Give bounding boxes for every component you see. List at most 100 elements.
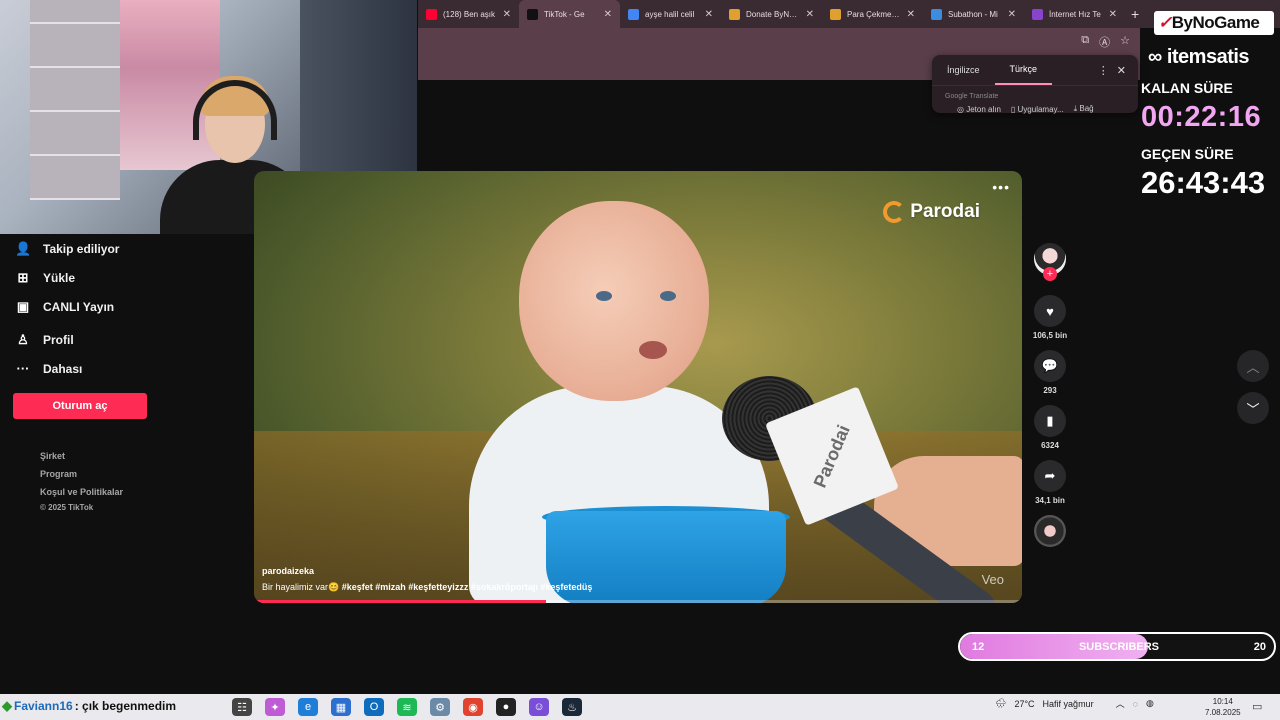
get-app-button[interactable]: ▯ Uygulamay... [1011, 105, 1064, 114]
sound-disc-icon[interactable] [1034, 515, 1066, 547]
creator-avatar[interactable]: + [1034, 243, 1066, 281]
follow-plus-icon[interactable]: + [1043, 267, 1057, 281]
settings-icon[interactable]: ⚙ [430, 698, 450, 716]
footer-link-terms[interactable]: Koşul ve Politikalar [40, 483, 250, 501]
cast-icon[interactable]: ⧉ [1081, 34, 1089, 50]
new-tab-button[interactable]: + [1125, 6, 1145, 22]
tray-chevron-icon[interactable]: ︿ [1116, 697, 1125, 710]
chat-overlay: ◆ Faviann16 : çık begenmedim [2, 698, 176, 714]
share-button[interactable]: ➦ [1034, 460, 1066, 492]
next-video-button[interactable]: ﹀ [1237, 392, 1269, 424]
translate-source-lang[interactable]: İngilizce [932, 55, 995, 85]
video-brand: Parodai [883, 201, 980, 223]
close-tab-icon[interactable]: ✕ [503, 9, 511, 20]
browser-tab[interactable]: Subathon - Mi ✕ [923, 0, 1024, 28]
translate-icon[interactable]: Ⓐ [1099, 34, 1110, 50]
weather-icon[interactable]: 🌧 [995, 698, 1006, 709]
copilot-icon[interactable]: ✦ [265, 698, 285, 716]
video-progress-bar[interactable] [254, 600, 1022, 603]
remaining-time-value: 00:22:16 [1141, 101, 1262, 133]
get-coins-label: Jeton alın [966, 104, 1001, 114]
close-tab-icon[interactable]: ✕ [806, 9, 814, 20]
share-count: 34,1 bin [1035, 496, 1065, 505]
youtube-icon [426, 8, 437, 20]
weather-text[interactable]: Hafif yağmur [1043, 699, 1094, 709]
browser-tab-title: ayşe halil celil [645, 9, 695, 19]
edge-icon[interactable]: e [298, 698, 318, 716]
steam-icon[interactable]: ♨ [562, 698, 582, 716]
obs-icon[interactable]: ● [496, 698, 516, 716]
tiktok-sidebar: 👤 Takip ediliyor ⊞ Yükle ▣ CANLI Yayın ♙… [0, 234, 250, 515]
browser-tab[interactable]: Para Çekme Yö ✕ [822, 0, 923, 28]
save-button[interactable]: ▮ [1034, 405, 1066, 437]
clock-time: 10:14 [1212, 697, 1233, 706]
video-author[interactable]: parodaizeka [262, 566, 314, 576]
sidebar-item-more[interactable]: ··· Dahası [0, 354, 250, 383]
close-tab-icon[interactable]: ✕ [907, 9, 915, 20]
browser-tab[interactable]: TikTok - Ge ✕ [519, 0, 620, 28]
sidebar-footer: Şirket Program Koşul ve Politikalar © 20… [40, 447, 250, 515]
browser-tab-title: Donate ByNoG [746, 9, 800, 19]
browser-tab[interactable]: ayşe halil celil ✕ [620, 0, 721, 28]
sidebar-item-upload[interactable]: ⊞ Yükle [0, 263, 250, 292]
sidebar-item-live[interactable]: ▣ CANLI Yayın [0, 292, 250, 321]
pc-app-button[interactable]: ⤓ Bağ [1074, 104, 1094, 114]
tiktok-top-buttons: ◎ Jeton alın ▯ Uygulamay... ⤓ Bağ [957, 104, 1094, 114]
weather-temp[interactable]: 27°C [1014, 699, 1034, 709]
footer-link-program[interactable]: Program [40, 465, 250, 483]
browser-tab[interactable]: Donate ByNoG ✕ [721, 0, 822, 28]
volume-icon[interactable]: ◍ [1146, 698, 1154, 709]
video-progress-fill [254, 600, 546, 603]
store-icon[interactable]: ▦ [331, 698, 351, 716]
close-tab-icon[interactable]: ✕ [1008, 9, 1016, 20]
browser-tab[interactable]: İnternet Hız Te ✕ [1024, 0, 1125, 28]
tiktok-icon [527, 8, 538, 20]
subscriber-goal: 20 [1253, 641, 1266, 653]
star-icon[interactable]: ☆ [1120, 34, 1130, 50]
translate-menu-icon[interactable]: ⋮ [1098, 64, 1109, 77]
share-arrow-icon: ➦ [1044, 468, 1056, 483]
task-view-icon[interactable]: ☷ [232, 698, 252, 716]
live-tv-icon: ▣ [16, 298, 30, 314]
veo-watermark: Veo [981, 572, 1004, 587]
globe-icon [931, 8, 942, 20]
sidebar-item-profile[interactable]: ♙ Profil [0, 325, 250, 354]
video-player[interactable]: Parodai Parodai ••• parodaizeka Bir haya… [254, 171, 1022, 603]
footer-link-company[interactable]: Şirket [40, 447, 250, 465]
login-button[interactable]: Oturum aç [13, 393, 147, 419]
notification-icon[interactable]: ▭ [1252, 700, 1262, 713]
parodai-logo-icon [883, 201, 906, 223]
like-button[interactable]: ♥ [1034, 295, 1066, 327]
browser-tab[interactable]: (128) Ben aşık ✕ [418, 0, 519, 28]
chat-arrow-icon: ◆ [2, 698, 12, 713]
taskbar-clock[interactable]: 10:14 7.08.2025 [1205, 696, 1241, 718]
spotify-icon[interactable]: ≋ [397, 698, 417, 716]
browser-tab-bar: (128) Ben aşık ✕ TikTok - Ge ✕ ayşe halil ce… [418, 0, 1280, 28]
bynogame-mark-icon: ✓ [1158, 13, 1172, 32]
taskbar-apps: ☷ ✦ e ▦ O ≋ ⚙ ◉ ● ☺ ♨ [232, 698, 582, 716]
get-coins-button[interactable]: ◎ Jeton alın [957, 105, 1001, 114]
previous-video-button[interactable]: ︿ [1237, 350, 1269, 382]
video-hashtags[interactable]: #keşfet #mizah #keşfetteyizzz #sokakröpo… [342, 582, 593, 592]
close-tab-icon[interactable]: ✕ [705, 9, 713, 20]
chevron-up-icon: ︿ [1246, 359, 1260, 375]
profile-icon: ♙ [17, 331, 29, 347]
webcam-shelf [30, 0, 120, 200]
pc-app-label: Bağ [1079, 104, 1094, 113]
comment-icon: 💬 [1041, 358, 1059, 373]
wifi-icon[interactable]: ◌ [1133, 699, 1138, 709]
video-caption: Bir hayalimiz var😊 #keşfet #mizah #keşfe… [262, 582, 592, 593]
video-more-icon[interactable]: ••• [992, 179, 1010, 195]
discord-icon[interactable]: ☺ [529, 698, 549, 716]
close-tab-icon[interactable]: ✕ [604, 9, 612, 20]
address-bar[interactable]: ⧉ Ⓐ ☆ [418, 28, 1140, 54]
close-tab-icon[interactable]: ✕ [1109, 9, 1117, 20]
comment-button[interactable]: 💬 [1034, 350, 1066, 382]
translate-close-icon[interactable]: ✕ [1117, 64, 1126, 77]
chrome-icon[interactable]: ◉ [463, 698, 483, 716]
mic-flag-text: Parodai [809, 421, 854, 491]
screen: (128) Ben aşık ✕ TikTok - Ge ✕ ayşe halil ce… [0, 0, 1280, 720]
translate-target-lang[interactable]: Türkçe [994, 55, 1053, 85]
outlook-icon[interactable]: O [364, 698, 384, 716]
sidebar-item-following[interactable]: 👤 Takip ediliyor [0, 234, 250, 263]
